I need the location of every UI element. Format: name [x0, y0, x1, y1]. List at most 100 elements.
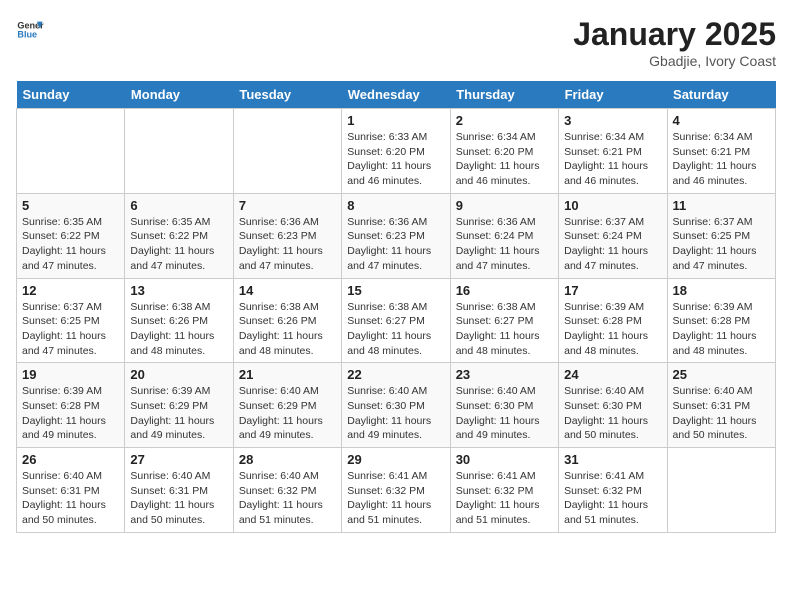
day-info: Sunrise: 6:37 AMSunset: 6:25 PMDaylight:… [673, 215, 770, 274]
day-info: Sunrise: 6:36 AMSunset: 6:23 PMDaylight:… [347, 215, 444, 274]
calendar-cell: 24Sunrise: 6:40 AMSunset: 6:30 PMDayligh… [559, 363, 667, 448]
month-title: January 2025 [573, 16, 776, 53]
day-info: Sunrise: 6:33 AMSunset: 6:20 PMDaylight:… [347, 130, 444, 189]
svg-text:Blue: Blue [17, 30, 37, 40]
calendar-cell: 7Sunrise: 6:36 AMSunset: 6:23 PMDaylight… [233, 193, 341, 278]
day-number: 23 [456, 367, 553, 382]
day-info: Sunrise: 6:39 AMSunset: 6:28 PMDaylight:… [564, 300, 661, 359]
day-info: Sunrise: 6:37 AMSunset: 6:24 PMDaylight:… [564, 215, 661, 274]
day-info: Sunrise: 6:39 AMSunset: 6:28 PMDaylight:… [673, 300, 770, 359]
calendar-table: SundayMondayTuesdayWednesdayThursdayFrid… [16, 81, 776, 533]
weekday-header-monday: Monday [125, 81, 233, 109]
calendar-week-row: 26 Sunrise: 6:40 AMSunset: 6:31 PMDayligh… [17, 448, 776, 533]
day-number: 15 [347, 283, 444, 298]
day-info: Sunrise: 6:39 AMSunset: 6:29 PMDaylight:… [130, 384, 227, 443]
weekday-header-saturday: Saturday [667, 81, 775, 109]
day-info: Sunrise: 6:40 AMSunset: 6:31 PMDaylight:… [130, 469, 227, 528]
day-number: 17 [564, 283, 661, 298]
day-info: Sunrise: 6:41 AMSunset: 6:32 PMDaylight:… [564, 469, 661, 528]
day-info: Sunrise: 6:38 AMSunset: 6:27 PMDaylight:… [347, 300, 444, 359]
day-info: Sunrise: 6:40 AMSunset: 6:30 PMDaylight:… [347, 384, 444, 443]
day-number: 30 [456, 452, 553, 467]
day-info: Sunrise: 6:40 AMSunset: 6:29 PMDaylight:… [239, 384, 336, 443]
calendar-cell: 17 Sunrise: 6:39 AMSunset: 6:28 PMDayligh… [559, 278, 667, 363]
calendar-cell: 23 Sunrise: 6:40 AMSunset: 6:30 PMDayligh… [450, 363, 558, 448]
day-info: Sunrise: 6:38 AMSunset: 6:26 PMDaylight:… [239, 300, 336, 359]
calendar-cell: 27 Sunrise: 6:40 AMSunset: 6:31 PMDayligh… [125, 448, 233, 533]
day-info: Sunrise: 6:38 AMSunset: 6:26 PMDaylight:… [130, 300, 227, 359]
calendar-cell: 2 Sunrise: 6:34 AMSunset: 6:20 PMDaylight… [450, 109, 558, 194]
day-number: 1 [347, 113, 444, 128]
calendar-cell: 19Sunrise: 6:39 AMSunset: 6:28 PMDayligh… [17, 363, 125, 448]
day-number: 10 [564, 198, 661, 213]
calendar-cell [233, 109, 341, 194]
day-number: 29 [347, 452, 444, 467]
calendar-cell: 26 Sunrise: 6:40 AMSunset: 6:31 PMDayligh… [17, 448, 125, 533]
day-info: Sunrise: 6:40 AMSunset: 6:32 PMDaylight:… [239, 469, 336, 528]
day-number: 19 [22, 367, 119, 382]
day-number: 2 [456, 113, 553, 128]
calendar-cell: 12Sunrise: 6:37 AMSunset: 6:25 PMDayligh… [17, 278, 125, 363]
calendar-cell: 1 Sunrise: 6:33 AMSunset: 6:20 PMDaylight… [342, 109, 450, 194]
day-number: 18 [673, 283, 770, 298]
day-info: Sunrise: 6:41 AMSunset: 6:32 PMDaylight:… [456, 469, 553, 528]
calendar-week-row: 12Sunrise: 6:37 AMSunset: 6:25 PMDayligh… [17, 278, 776, 363]
calendar-cell: 31 Sunrise: 6:41 AMSunset: 6:32 PMDayligh… [559, 448, 667, 533]
calendar-cell: 29Sunrise: 6:41 AMSunset: 6:32 PMDayligh… [342, 448, 450, 533]
calendar-cell: 11Sunrise: 6:37 AMSunset: 6:25 PMDayligh… [667, 193, 775, 278]
weekday-header-tuesday: Tuesday [233, 81, 341, 109]
day-number: 12 [22, 283, 119, 298]
day-number: 28 [239, 452, 336, 467]
day-number: 3 [564, 113, 661, 128]
calendar-cell [17, 109, 125, 194]
calendar-cell: 14 Sunrise: 6:38 AMSunset: 6:26 PMDayligh… [233, 278, 341, 363]
calendar-cell: 15 Sunrise: 6:38 AMSunset: 6:27 PMDayligh… [342, 278, 450, 363]
day-info: Sunrise: 6:40 AMSunset: 6:30 PMDaylight:… [456, 384, 553, 443]
calendar-cell: 10 Sunrise: 6:37 AMSunset: 6:24 PMDayligh… [559, 193, 667, 278]
calendar-cell: 30 Sunrise: 6:41 AMSunset: 6:32 PMDayligh… [450, 448, 558, 533]
weekday-header-sunday: Sunday [17, 81, 125, 109]
calendar-cell: 28 Sunrise: 6:40 AMSunset: 6:32 PMDayligh… [233, 448, 341, 533]
day-number: 4 [673, 113, 770, 128]
day-number: 13 [130, 283, 227, 298]
weekday-header-wednesday: Wednesday [342, 81, 450, 109]
calendar-cell [125, 109, 233, 194]
day-info: Sunrise: 6:34 AMSunset: 6:21 PMDaylight:… [673, 130, 770, 189]
day-number: 6 [130, 198, 227, 213]
day-info: Sunrise: 6:40 AMSunset: 6:31 PMDaylight:… [22, 469, 119, 528]
day-info: Sunrise: 6:34 AMSunset: 6:20 PMDaylight:… [456, 130, 553, 189]
calendar-week-row: 5 Sunrise: 6:35 AMSunset: 6:22 PMDaylight… [17, 193, 776, 278]
weekday-header-row: SundayMondayTuesdayWednesdayThursdayFrid… [17, 81, 776, 109]
calendar-cell: 16Sunrise: 6:38 AMSunset: 6:27 PMDayligh… [450, 278, 558, 363]
page-header: General Blue January 2025 Gbadjie, Ivory… [16, 16, 776, 69]
calendar-cell: 4 Sunrise: 6:34 AMSunset: 6:21 PMDaylight… [667, 109, 775, 194]
day-info: Sunrise: 6:40 AMSunset: 6:31 PMDaylight:… [673, 384, 770, 443]
calendar-cell: 13 Sunrise: 6:38 AMSunset: 6:26 PMDayligh… [125, 278, 233, 363]
day-number: 27 [130, 452, 227, 467]
logo-icon: General Blue [16, 16, 44, 44]
title-block: January 2025 Gbadjie, Ivory Coast [573, 16, 776, 69]
calendar-cell [667, 448, 775, 533]
logo: General Blue [16, 16, 44, 44]
weekday-header-friday: Friday [559, 81, 667, 109]
calendar-cell: 22Sunrise: 6:40 AMSunset: 6:30 PMDayligh… [342, 363, 450, 448]
day-info: Sunrise: 6:35 AMSunset: 6:22 PMDaylight:… [130, 215, 227, 274]
calendar-cell: 25Sunrise: 6:40 AMSunset: 6:31 PMDayligh… [667, 363, 775, 448]
day-number: 5 [22, 198, 119, 213]
calendar-cell: 3Sunrise: 6:34 AMSunset: 6:21 PMDaylight… [559, 109, 667, 194]
calendar-cell: 20 Sunrise: 6:39 AMSunset: 6:29 PMDayligh… [125, 363, 233, 448]
day-number: 8 [347, 198, 444, 213]
day-info: Sunrise: 6:40 AMSunset: 6:30 PMDaylight:… [564, 384, 661, 443]
day-info: Sunrise: 6:35 AMSunset: 6:22 PMDaylight:… [22, 215, 119, 274]
day-number: 9 [456, 198, 553, 213]
calendar-cell: 9Sunrise: 6:36 AMSunset: 6:24 PMDaylight… [450, 193, 558, 278]
day-number: 20 [130, 367, 227, 382]
calendar-week-row: 1 Sunrise: 6:33 AMSunset: 6:20 PMDaylight… [17, 109, 776, 194]
calendar-cell: 8 Sunrise: 6:36 AMSunset: 6:23 PMDaylight… [342, 193, 450, 278]
day-info: Sunrise: 6:38 AMSunset: 6:27 PMDaylight:… [456, 300, 553, 359]
location: Gbadjie, Ivory Coast [573, 53, 776, 69]
day-number: 21 [239, 367, 336, 382]
day-number: 26 [22, 452, 119, 467]
day-number: 31 [564, 452, 661, 467]
day-number: 14 [239, 283, 336, 298]
